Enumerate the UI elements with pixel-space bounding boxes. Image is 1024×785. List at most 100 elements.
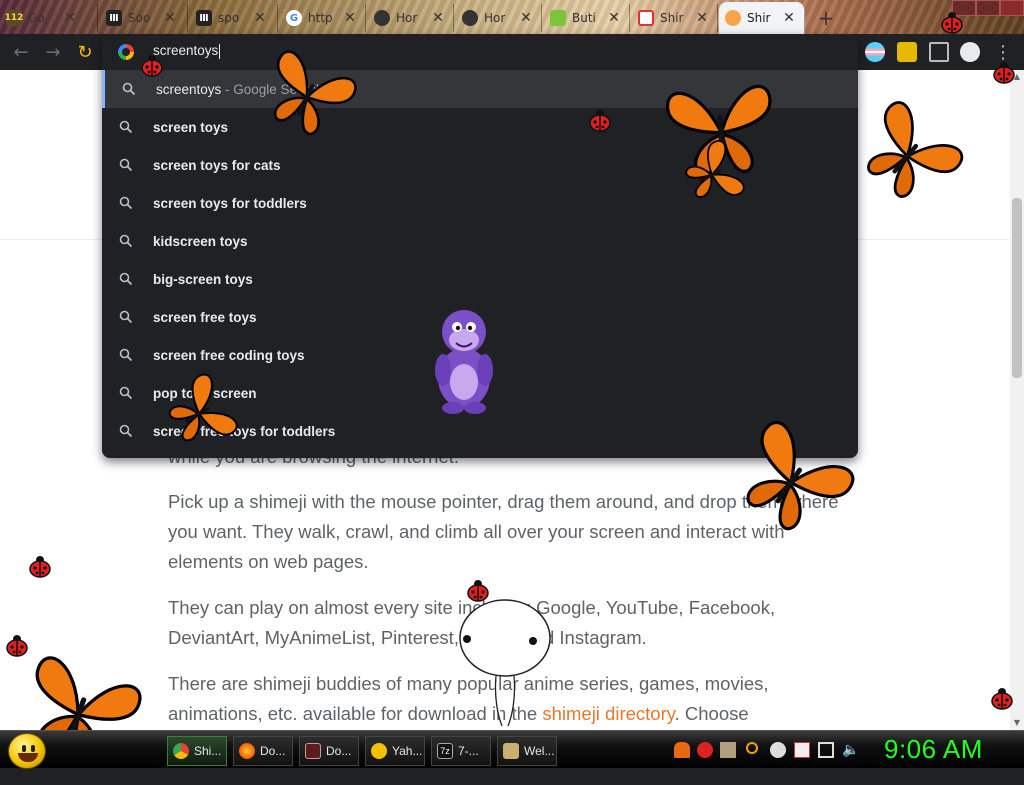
tab-9-active[interactable]: Shir ✕ (719, 2, 805, 34)
suggestion-label: screen toys (153, 120, 228, 135)
suggestion-bold-text: kidscreen toys (153, 233, 248, 249)
tab-4[interactable]: G http ✕ (280, 4, 366, 32)
close-tab-icon[interactable]: ✕ (520, 10, 532, 26)
shimeji-face-icon (725, 10, 741, 26)
tab-6[interactable]: Hor ✕ (456, 4, 542, 32)
search-icon (119, 424, 133, 438)
taskbar-item-yahoo[interactable]: Yah... (365, 736, 425, 766)
page-scrollbar[interactable]: ▲ ▼ (1010, 70, 1024, 730)
white-shimeji-pet[interactable] (456, 598, 554, 732)
close-tab-icon[interactable]: ✕ (254, 10, 266, 26)
close-tab-icon[interactable]: ✕ (696, 10, 708, 26)
taskbar-item-label: Wel... (524, 744, 555, 758)
firefox-icon (239, 743, 255, 759)
suggestion-item[interactable]: kidscreen toys (102, 222, 858, 260)
forward-arrow-icon[interactable]: → (42, 42, 64, 64)
suggestion-label: screen free coding toys (153, 348, 305, 363)
welcome-app-icon (503, 743, 519, 759)
tab-title: Soo (128, 11, 151, 25)
status-tray-icon[interactable] (770, 742, 786, 758)
museum-icon: Ⅲ (196, 10, 212, 26)
shimeji-site-icon (638, 10, 654, 26)
tab-8[interactable]: Shir ✕ (632, 4, 718, 32)
close-tab-icon[interactable]: ✕ (783, 10, 795, 26)
taskbar-item-firefox[interactable]: Do... (233, 736, 293, 766)
suggestion-bold-text: screen toys for cats (153, 157, 281, 173)
ladybug-pet[interactable] (588, 110, 612, 136)
suggestion-text: screentoys (156, 81, 222, 97)
suggestion-bold-text: screen toys (153, 119, 229, 135)
search-icon (119, 272, 133, 286)
taskbar-item-chrome[interactable]: Shi... (167, 736, 227, 766)
suggestion-label: kidscreen toys (153, 234, 248, 249)
close-tab-icon[interactable]: ✕ (344, 10, 356, 26)
tab-3[interactable]: Ⅲ spo ✕ (190, 4, 278, 32)
taskbar-item-label: Do... (326, 744, 352, 758)
start-orb-eye (22, 745, 26, 752)
tab-5[interactable]: Hor ✕ (368, 4, 454, 32)
new-tab-button[interactable]: + (816, 6, 836, 30)
text-caret (219, 43, 221, 59)
search-tray-icon[interactable] (746, 742, 758, 754)
suggestion-bold-text: screen toys for toddlers (153, 195, 307, 211)
network-icon[interactable] (818, 742, 834, 758)
ladybug-pet[interactable] (990, 688, 1014, 714)
ladybug-pet[interactable] (140, 55, 164, 81)
volume-icon[interactable]: 🔈 (842, 742, 859, 758)
butterfly-tray-icon[interactable] (674, 742, 690, 758)
tab-title: http (308, 11, 333, 25)
close-tab-icon[interactable]: ✕ (608, 10, 620, 26)
ladybug-pet[interactable] (940, 12, 964, 38)
taskbar-item-welcome[interactable]: Wel... (497, 736, 557, 766)
profile-avatar[interactable] (960, 42, 980, 62)
ladybug-pet[interactable] (992, 62, 1016, 88)
google-icon (118, 44, 134, 60)
action-center-flag-icon[interactable] (794, 742, 810, 758)
address-bar[interactable]: screentoys (102, 34, 858, 70)
shimeji-directory-link[interactable]: shimeji directory (542, 703, 674, 724)
suggestion-bold-text: big-screen toys (153, 271, 253, 287)
menu-dots-icon[interactable]: ⋮ (992, 42, 1014, 64)
ladybug-pet[interactable] (5, 635, 29, 661)
tab-1[interactable]: 112 Go ✕ (0, 4, 98, 32)
tab-2[interactable]: Ⅲ Soo ✕ (100, 4, 188, 32)
ladybug-tray-icon[interactable] (697, 742, 713, 758)
taskbar-item-label: Do... (260, 744, 286, 758)
search-icon (119, 120, 133, 134)
close-tab-icon[interactable]: ✕ (432, 10, 444, 26)
google-icon: G (286, 10, 302, 26)
suggestion-item[interactable]: big-screen toys (102, 260, 858, 298)
start-orb-mouth (18, 753, 38, 762)
suggestion-label: big-screen toys (153, 272, 253, 287)
suggestion-label: screen free toys (153, 310, 257, 325)
extensions-puzzle-icon[interactable] (897, 42, 917, 62)
flag-extension-icon[interactable] (865, 42, 885, 62)
side-panel-icon[interactable] (929, 42, 949, 62)
ladybug-pet[interactable] (28, 556, 52, 582)
search-icon (119, 196, 133, 210)
shimeji-tray-icon[interactable] (720, 742, 736, 758)
close-tab-icon[interactable]: ✕ (64, 10, 76, 26)
search-icon (119, 348, 133, 362)
back-arrow-icon[interactable]: ← (10, 42, 32, 64)
tab-7[interactable]: Buti ✕ (544, 4, 630, 32)
purple-gorilla-pet[interactable] (423, 300, 505, 419)
tab-title: Shir (747, 11, 771, 25)
yahoo-messenger-icon (371, 743, 387, 759)
taskbar-item-document[interactable]: Do... (299, 736, 359, 766)
reload-icon[interactable]: ↻ (74, 42, 96, 64)
maximize-button[interactable] (976, 0, 1000, 16)
close-tab-icon[interactable]: ✕ (164, 10, 176, 26)
search-icon (119, 234, 133, 248)
close-window-button[interactable] (1000, 0, 1024, 16)
scrollbar-thumb[interactable] (1012, 198, 1022, 378)
taskbar-item-7zip[interactable]: 7z 7-... (431, 736, 491, 766)
start-button[interactable] (8, 733, 46, 769)
suggestion-label: screen toys for cats (153, 158, 281, 173)
document-icon (305, 743, 321, 759)
taskbar-clock[interactable]: 9:06 AM (884, 734, 983, 765)
suggestion-bold-text: screen free toys (153, 309, 257, 325)
tab-badge: 112 (5, 10, 23, 26)
scroll-down-arrow-icon[interactable]: ▼ (1010, 716, 1024, 730)
horror-site-icon (374, 10, 390, 26)
